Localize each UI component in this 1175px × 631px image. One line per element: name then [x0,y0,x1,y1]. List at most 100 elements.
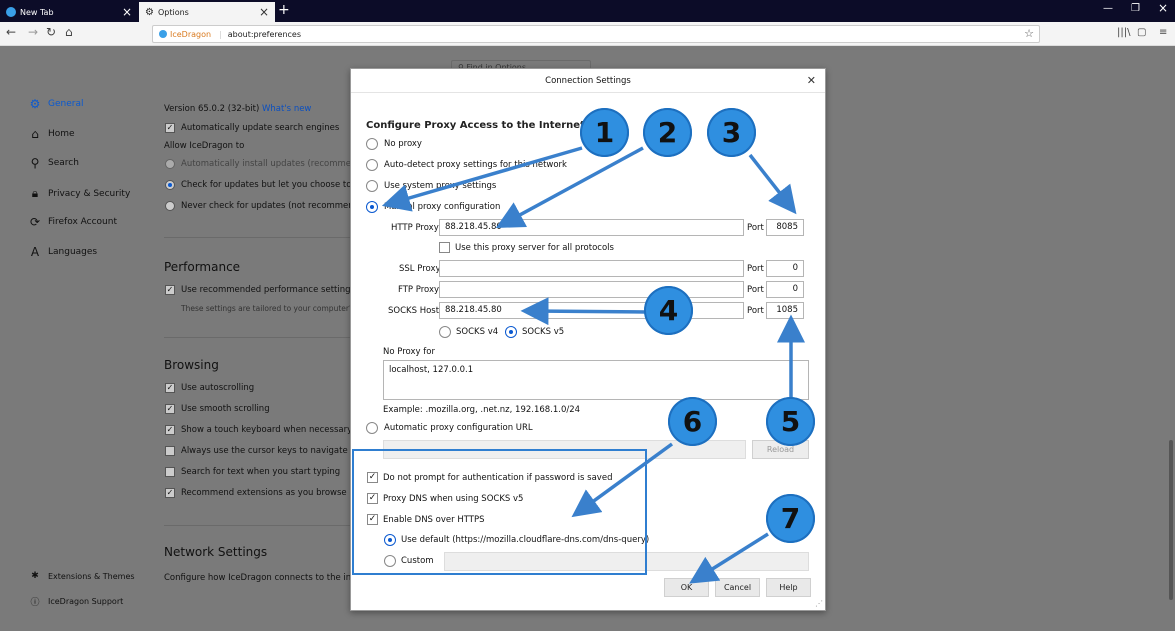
help-icon: ⓘ [30,598,40,608]
all-protocols-checkbox[interactable] [439,242,450,253]
tab-label: New Tab [20,7,54,17]
url-bar[interactable]: IceDragon | about:preferences ☆ [152,25,1040,43]
home-icon[interactable]: ⌂ [65,25,73,39]
ssl-port-input[interactable]: 0 [766,260,804,277]
network-settings-desc: Configure how IceDragon connects to the … [164,573,360,583]
socks-host-input[interactable]: 88.218.45.80 [439,302,744,319]
sidebar-icon[interactable]: ▢ [1137,27,1146,38]
ftp-port-input[interactable]: 0 [766,281,804,298]
tailored-text: These settings are tailored to your comp… [181,304,352,313]
languages-icon: A [30,245,40,259]
ftp-proxy-label: FTP Proxy [398,285,440,295]
check-updates-radio[interactable] [165,180,175,190]
step-badge-1: 1 [580,108,629,157]
recommend-extensions-label: Recommend extensions as you browse L [181,488,358,498]
recommended-performance-label: Use recommended performance settings [181,285,355,295]
search-text-checkbox[interactable] [165,467,175,477]
sidebar-item-privacy[interactable]: 🔒︎ Privacy & Security [28,186,131,201]
sidebar-item-label: Privacy & Security [48,188,131,199]
auto-install-radio[interactable] [165,159,175,169]
library-icon[interactable]: |||\ [1117,27,1130,38]
no-proxy-label: No proxy [384,139,422,149]
tab-new-tab[interactable]: New Tab × [0,2,138,22]
no-proxy-for-input[interactable]: localhost, 127.0.0.1 [383,360,809,400]
sidebar-item-label: IceDragon Support [48,597,124,606]
close-icon[interactable]: ✕ [807,74,816,87]
ftp-proxy-input[interactable] [439,281,744,298]
cursor-keys-checkbox[interactable] [165,446,175,456]
new-tab-icon[interactable]: + [278,2,290,18]
sidebar-item-label: Extensions & Themes [48,571,135,581]
sidebar-item-search[interactable]: ⚲ Search [28,156,79,170]
never-check-radio[interactable] [165,201,175,211]
auto-proxy-url-radio[interactable] [366,422,378,434]
sidebar-item-label: General [48,99,84,109]
port-label: Port [747,285,764,295]
sidebar-item-home[interactable]: ⌂ Home [28,127,75,141]
example-text: Example: .mozilla.org, .net.nz, 192.168.… [383,405,581,415]
bookmark-star-icon[interactable]: ☆ [1024,27,1034,40]
sidebar-support[interactable]: ⓘ IceDragon Support [28,595,123,608]
window-close-icon[interactable]: × [1158,1,1168,15]
network-settings-heading: Network Settings [164,545,268,559]
auto-detect-radio[interactable] [366,159,378,171]
sidebar-item-label: Home [48,129,75,139]
touch-keyboard-checkbox[interactable]: ✓ [165,425,175,435]
sidebar-item-languages[interactable]: A Languages [28,245,97,259]
cancel-button[interactable]: Cancel [715,578,760,597]
forward-icon[interactable]: → [28,25,38,39]
menu-icon[interactable]: ≡ [1159,27,1167,38]
socks-port-input[interactable]: 1085 [766,302,804,319]
resize-grip-icon[interactable]: ⋰ [815,599,823,608]
system-proxy-radio[interactable] [366,180,378,192]
url-identity[interactable]: IceDragon [159,30,211,39]
gear-icon: ⚙ [145,6,154,18]
tab-options[interactable]: ⚙ Options × [139,2,275,22]
touch-keyboard-label: Show a touch keyboard when necessary [181,425,353,435]
all-protocols-label: Use this proxy server for all protocols [455,243,614,253]
no-proxy-radio[interactable] [366,138,378,150]
browsing-heading: Browsing [164,358,219,372]
url-address: about:preferences [227,29,302,39]
smooth-scrolling-checkbox[interactable]: ✓ [165,404,175,414]
socks-host-label: SOCKS Host [388,306,440,316]
url-separator: | [219,29,222,39]
allow-label: Allow IceDragon to [164,141,245,151]
reload-icon[interactable]: ↻ [46,25,56,39]
auto-update-search-label: Automatically update search engines [181,123,340,133]
manual-proxy-radio[interactable] [366,201,378,213]
version-text: Version 65.0.2 (32-bit) What's new [164,104,312,114]
divider [164,525,350,526]
url-brand-label: IceDragon [170,29,212,39]
page-scrollbar[interactable] [1169,440,1173,600]
sidebar-extensions-themes[interactable]: ✱ Extensions & Themes [28,571,135,581]
back-icon[interactable]: ← [6,25,16,39]
step-badge-2: 2 [643,108,692,157]
recommended-performance-checkbox[interactable]: ✓ [165,285,175,295]
recommend-extensions-checkbox[interactable]: ✓ [165,488,175,498]
sidebar-item-general[interactable]: ⚙ General [28,97,84,111]
auto-proxy-url-label: Automatic proxy configuration URL [384,423,533,433]
port-label: Port [747,264,764,274]
dns-highlight-box [352,449,647,575]
auto-update-search-checkbox[interactable]: ✓ [165,123,175,133]
help-button[interactable]: Help [766,578,811,597]
sidebar-item-firefox-account[interactable]: ⟳ Firefox Account [28,215,117,229]
manual-proxy-label: Manual proxy configuration [384,202,501,212]
whats-new-link[interactable]: What's new [262,104,311,114]
close-icon[interactable]: × [259,5,269,19]
http-proxy-input[interactable]: 88.218.45.80 [439,219,744,236]
minimize-icon[interactable]: — [1103,3,1113,14]
ok-button[interactable]: OK [664,578,709,597]
close-icon[interactable]: × [122,5,132,19]
restore-icon[interactable]: ❐ [1131,3,1140,14]
search-text-label: Search for text when you start typing [181,467,341,477]
socks-v4-label: SOCKS v4 [456,327,499,337]
http-port-input[interactable]: 8085 [766,219,804,236]
socks-v4-radio[interactable] [439,326,451,338]
socks-v5-radio[interactable] [505,326,517,338]
autoscrolling-checkbox[interactable]: ✓ [165,383,175,393]
ssl-proxy-input[interactable] [439,260,744,277]
no-proxy-for-label: No Proxy for [383,347,435,357]
icedragon-icon [6,7,16,17]
